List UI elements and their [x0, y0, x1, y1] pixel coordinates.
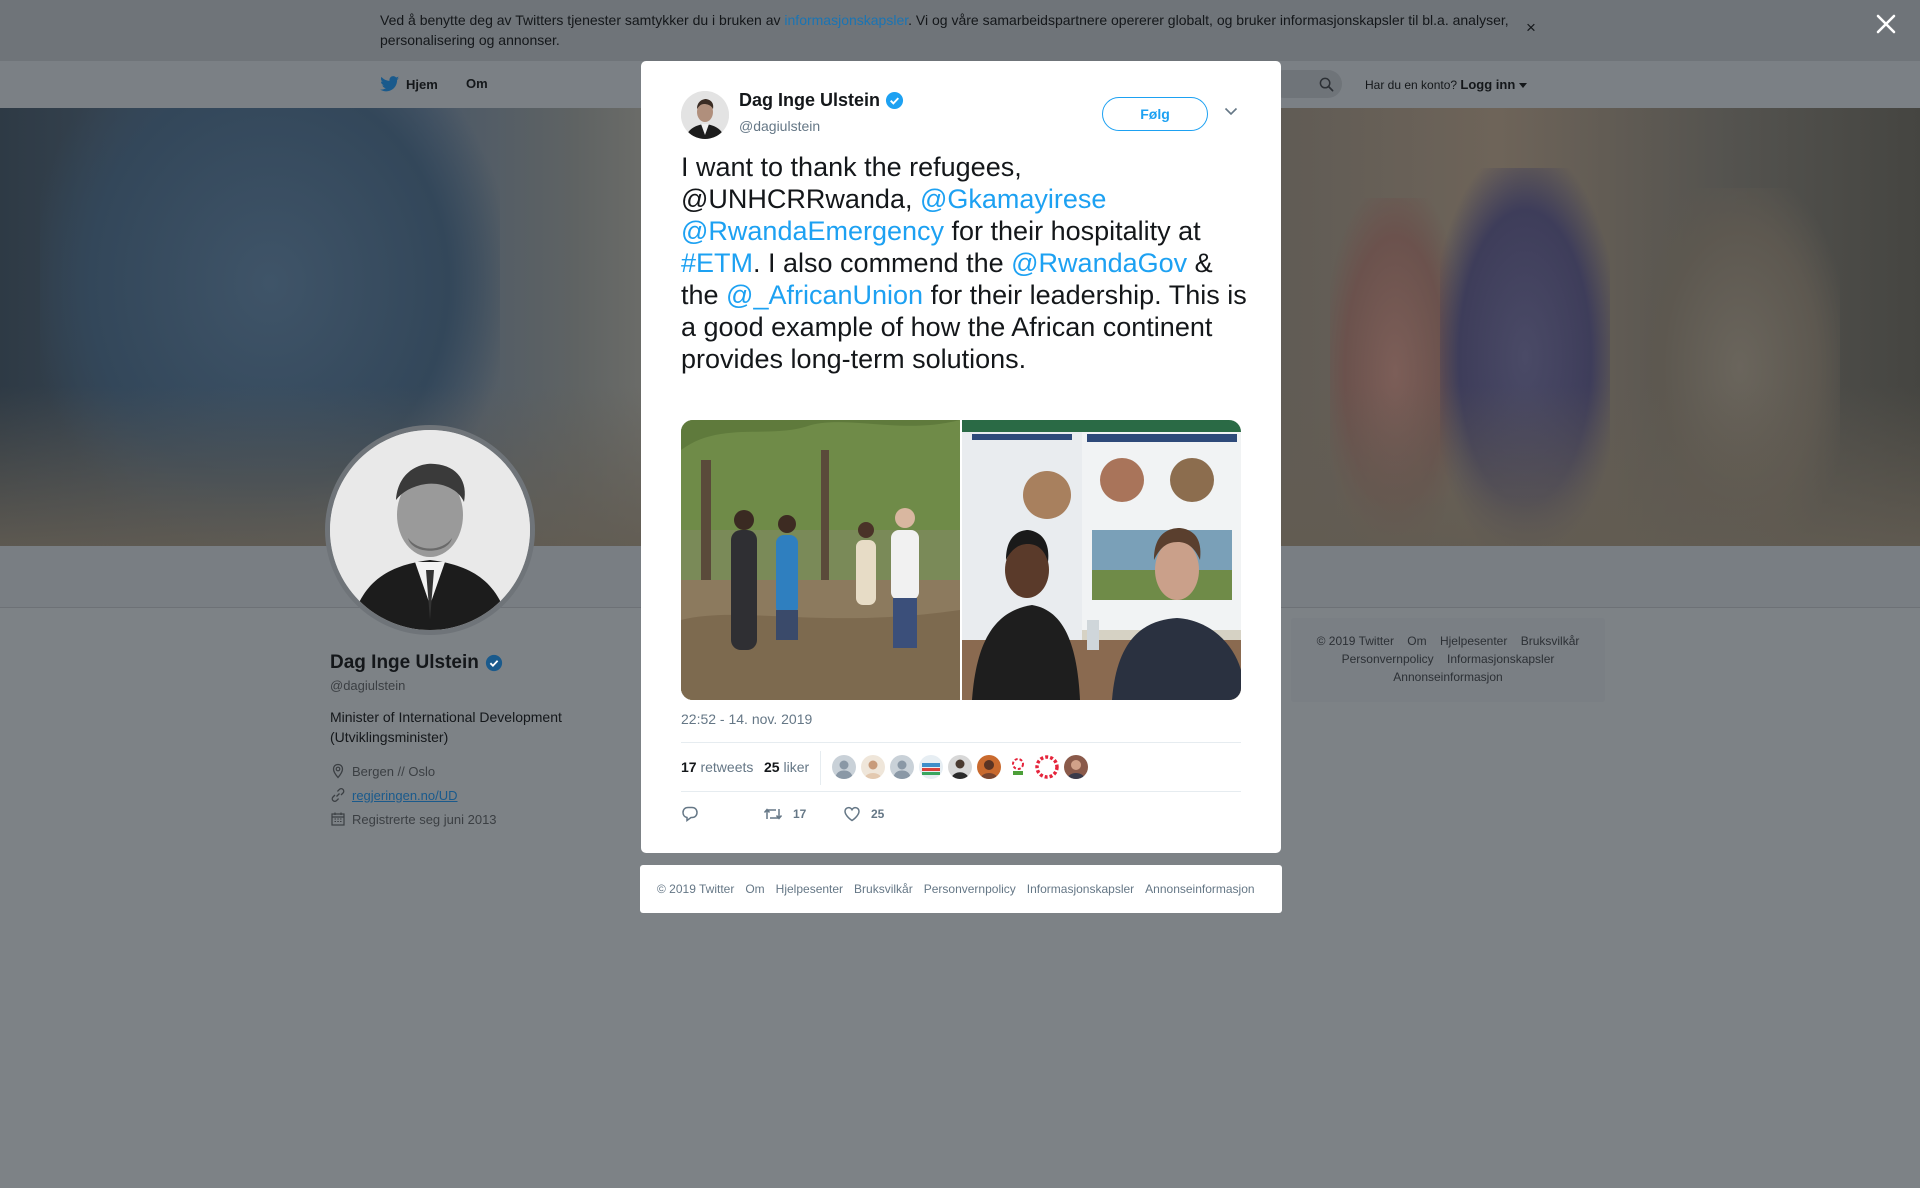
cookie-link[interactable]: informasjonskapsler — [784, 12, 908, 28]
retweets-count: 17 — [681, 759, 697, 775]
tweet-media — [681, 420, 1241, 700]
tweet-photo-1[interactable] — [681, 420, 960, 700]
follow-button[interactable]: Følg — [1102, 97, 1208, 131]
calendar-icon — [331, 812, 345, 826]
retweets-label: retweets — [700, 759, 754, 775]
tweet-stats: 17 retweets 25 liker — [681, 742, 1241, 792]
nav-home-label: Hjem — [406, 77, 438, 92]
tweet-author-handle[interactable]: @dagiulstein — [739, 118, 820, 134]
close-icon[interactable] — [1872, 10, 1900, 38]
stats-divider — [820, 751, 821, 785]
tweet-modal: Dag Inge Ulstein @dagiulstein Følg I wan… — [641, 61, 1281, 853]
like-count: 25 — [871, 807, 885, 821]
login-area: Har du en konto? Logg inn — [1365, 77, 1527, 92]
retweets-stat[interactable]: 17 retweets — [681, 759, 753, 775]
modal-footer: © 2019 Twitter Om Hjelpesenter Bruksvilk… — [640, 865, 1282, 913]
liker-avatar[interactable] — [919, 755, 943, 779]
retweet-count: 17 — [793, 807, 807, 821]
like-button[interactable]: 25 — [843, 805, 884, 823]
tweet-text-part: for their hospitality at — [944, 216, 1201, 246]
retweet-button[interactable]: 17 — [763, 805, 806, 823]
footer-link[interactable]: Personvernpolicy — [924, 882, 1016, 896]
liker-avatar[interactable] — [948, 755, 972, 779]
link-icon — [331, 788, 345, 802]
cookie-text-before: Ved å benytte deg av Twitters tjenester … — [380, 12, 785, 28]
tweet-photo-2[interactable] — [962, 420, 1241, 700]
profile-name-row: Dag Inge Ulstein — [330, 652, 630, 674]
nav-about-label: Om — [466, 76, 488, 91]
footer-link[interactable]: © 2019 Twitter — [657, 882, 734, 896]
liker-avatar[interactable] — [890, 755, 914, 779]
profile-location: Bergen // Oslo — [330, 763, 630, 779]
reply-icon — [682, 806, 698, 822]
tweet-actions: 17 25 — [681, 801, 1241, 831]
profile-avatar[interactable] — [325, 425, 535, 635]
footer-link[interactable]: Annonseinformasjon — [1393, 670, 1502, 684]
footer-link[interactable]: Om — [1407, 634, 1426, 648]
likes-count: 25 — [764, 759, 780, 775]
cookie-banner-text: Ved å benytte deg av Twitters tjenester … — [380, 10, 1520, 50]
tweet-author-avatar[interactable] — [681, 91, 729, 139]
chevron-down-icon[interactable] — [1518, 83, 1527, 89]
hashtag-link[interactable]: #ETM — [681, 248, 753, 278]
twitter-bird-icon — [380, 76, 400, 92]
liker-avatar[interactable] — [1035, 755, 1059, 779]
have-account-text: Har du en konto? — [1365, 78, 1458, 92]
likes-label: liker — [783, 759, 810, 775]
likers-avatars — [832, 755, 1088, 779]
login-link[interactable]: Logg inn — [1460, 77, 1515, 92]
verified-badge-icon — [885, 91, 904, 110]
profile-location-text: Bergen // Oslo — [352, 763, 436, 779]
cookie-close-button[interactable]: × — [1526, 19, 1536, 36]
nav-about[interactable]: Om — [466, 76, 488, 91]
profile-card: Dag Inge Ulstein @dagiulstein Minister o… — [330, 652, 630, 827]
search-icon — [1319, 77, 1334, 92]
profile-handle[interactable]: @dagiulstein — [330, 678, 630, 693]
footer-link[interactable]: Informasjonskapsler — [1447, 652, 1554, 666]
tweet-text-part: . I also commend the — [753, 248, 1012, 278]
footer-link[interactable]: Bruksvilkår — [854, 882, 913, 896]
profile-website: regjeringen.no/UD — [330, 787, 630, 803]
likes-stat[interactable]: 25 liker — [764, 759, 809, 775]
footer-link[interactable]: © 2019 Twitter — [1317, 634, 1394, 648]
mention-link[interactable]: @Gkamayirese — [920, 184, 1106, 214]
mention-link[interactable]: @RwandaEmergency — [681, 216, 944, 246]
tweet-text: I want to thank the refugees, @UNHCRRwan… — [681, 151, 1251, 375]
chevron-down-icon[interactable] — [1224, 107, 1238, 116]
profile-bio: Minister of International Development (U… — [330, 709, 562, 745]
profile-name[interactable]: Dag Inge Ulstein — [330, 652, 479, 674]
profile-joined: Registrerte seg juni 2013 — [330, 811, 630, 827]
footer-link[interactable]: Bruksvilkår — [1521, 634, 1580, 648]
sidebar-footer: © 2019 Twitter Om Hjelpesenter Bruksvilk… — [1291, 618, 1605, 702]
verified-badge-icon — [485, 654, 502, 672]
footer-link[interactable]: Hjelpesenter — [776, 882, 843, 896]
tweet-author-name-row: Dag Inge Ulstein — [739, 90, 904, 111]
liker-avatar[interactable] — [1006, 755, 1030, 779]
liker-avatar[interactable] — [832, 755, 856, 779]
footer-link[interactable]: Annonseinformasjon — [1145, 882, 1254, 896]
footer-link[interactable]: Personvernpolicy — [1342, 652, 1434, 666]
nav-home[interactable]: Hjem — [380, 76, 438, 93]
tweet-author-name[interactable]: Dag Inge Ulstein — [739, 90, 880, 111]
mention-link[interactable]: @_AfricanUnion — [726, 280, 923, 310]
liker-avatar[interactable] — [1064, 755, 1088, 779]
heart-icon — [844, 806, 860, 822]
profile-website-link[interactable]: regjeringen.no/UD — [352, 788, 458, 803]
profile-joined-text: Registrerte seg juni 2013 — [352, 811, 497, 827]
liker-avatar[interactable] — [861, 755, 885, 779]
reply-button[interactable] — [681, 805, 699, 823]
tweet-timestamp[interactable]: 22:52 - 14. nov. 2019 — [681, 711, 812, 727]
footer-link[interactable]: Informasjonskapsler — [1027, 882, 1134, 896]
retweet-icon — [763, 808, 783, 820]
cookie-banner: Ved å benytte deg av Twitters tjenester … — [0, 0, 1920, 61]
footer-link[interactable]: Om — [745, 882, 764, 896]
liker-avatar[interactable] — [977, 755, 1001, 779]
location-icon — [332, 763, 344, 779]
mention-link[interactable]: @RwandaGov — [1011, 248, 1187, 278]
footer-link[interactable]: Hjelpesenter — [1440, 634, 1507, 648]
